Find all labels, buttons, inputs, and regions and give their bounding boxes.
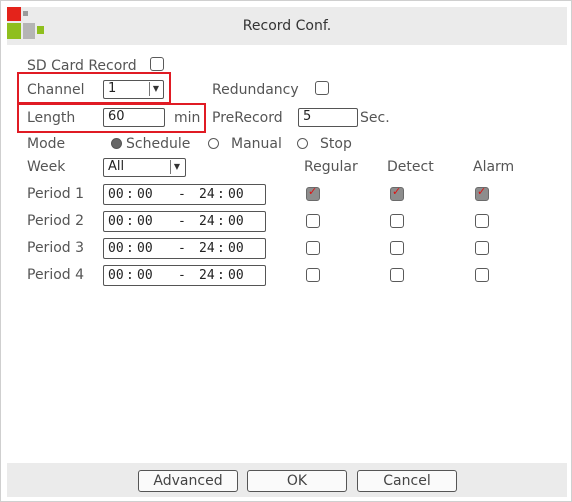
prerecord-unit: Sec.	[360, 110, 390, 126]
title-bar: Record Conf.	[7, 7, 567, 45]
time-colon: :	[126, 187, 134, 202]
mode-manual-radio[interactable]	[208, 138, 219, 149]
period-end-hour: 24	[199, 187, 215, 202]
period-start-hour: 00	[108, 241, 124, 256]
mode-label: Mode	[27, 136, 66, 152]
period-end-hour: 24	[199, 268, 215, 283]
period-alarm-checkbox[interactable]	[475, 268, 489, 282]
period-time-range[interactable]: 00:00-24:00	[103, 184, 266, 205]
ok-button[interactable]: OK	[247, 470, 347, 492]
period-time-range[interactable]: 00:00-24:00	[103, 265, 266, 286]
period-label: Period 4	[27, 267, 85, 283]
time-colon: :	[126, 214, 134, 229]
column-header-alarm: Alarm	[473, 159, 515, 175]
period-start-minute: 00	[137, 241, 153, 256]
mode-manual-label: Manual	[231, 136, 282, 152]
period-start-hour: 00	[108, 268, 124, 283]
week-label: Week	[27, 159, 66, 175]
record-conf-window: Record Conf. SD Card Record Channel 1 ▼ …	[0, 0, 572, 502]
period-alarm-checkbox[interactable]	[475, 185, 489, 201]
period-alarm-checkbox[interactable]	[475, 214, 489, 228]
time-colon: :	[126, 268, 134, 283]
period-end-hour: 24	[199, 214, 215, 229]
column-header-detect: Detect	[387, 159, 434, 175]
mode-stop-label: Stop	[320, 136, 352, 152]
period-regular-checkbox[interactable]	[306, 214, 320, 228]
period-alarm-checkbox[interactable]	[475, 241, 489, 255]
period-detect-checkbox[interactable]	[390, 214, 404, 228]
period-regular-checkbox[interactable]	[306, 268, 320, 282]
mode-stop-radio[interactable]	[297, 138, 308, 149]
period-separator: -	[178, 214, 186, 229]
period-detect-checkbox[interactable]	[390, 268, 404, 282]
period-start-minute: 00	[137, 214, 153, 229]
period-end-minute: 00	[228, 214, 244, 229]
period-label: Period 2	[27, 213, 85, 229]
time-colon: :	[217, 268, 225, 283]
chevron-down-icon: ▼	[170, 160, 183, 174]
period-regular-checkbox[interactable]	[306, 185, 320, 201]
prerecord-label: PreRecord	[212, 110, 283, 126]
redundancy-label: Redundancy	[212, 82, 299, 98]
window-title: Record Conf.	[242, 18, 332, 34]
period-start-hour: 00	[108, 214, 124, 229]
channel-highlight-box	[17, 72, 171, 104]
period-label: Period 3	[27, 240, 85, 256]
button-bar: Advanced OK Cancel	[7, 463, 567, 497]
period-end-minute: 00	[228, 268, 244, 283]
period-start-minute: 00	[137, 187, 153, 202]
prerecord-input[interactable]: 5	[298, 108, 358, 127]
period-detect-checkbox[interactable]	[390, 185, 404, 201]
mode-schedule-radio[interactable]	[111, 138, 122, 149]
cancel-button[interactable]: Cancel	[357, 470, 457, 492]
time-colon: :	[217, 241, 225, 256]
period-end-minute: 00	[228, 187, 244, 202]
period-separator: -	[178, 187, 186, 202]
length-highlight-box	[17, 103, 206, 133]
period-separator: -	[178, 241, 186, 256]
time-colon: :	[126, 241, 134, 256]
period-start-hour: 00	[108, 187, 124, 202]
redundancy-checkbox[interactable]	[315, 81, 329, 95]
period-separator: -	[178, 268, 186, 283]
time-colon: :	[217, 187, 225, 202]
sd-card-record-checkbox[interactable]	[150, 57, 164, 71]
period-detect-checkbox[interactable]	[390, 241, 404, 255]
period-end-minute: 00	[228, 241, 244, 256]
mode-schedule-label: Schedule	[126, 136, 191, 152]
week-value: All	[108, 159, 125, 174]
period-label: Period 1	[27, 186, 85, 202]
period-time-range[interactable]: 00:00-24:00	[103, 238, 266, 259]
period-regular-checkbox[interactable]	[306, 241, 320, 255]
period-end-hour: 24	[199, 241, 215, 256]
column-header-regular: Regular	[304, 159, 358, 175]
advanced-button[interactable]: Advanced	[138, 470, 238, 492]
period-start-minute: 00	[137, 268, 153, 283]
week-select[interactable]: All ▼	[103, 158, 186, 177]
time-colon: :	[217, 214, 225, 229]
period-time-range[interactable]: 00:00-24:00	[103, 211, 266, 232]
